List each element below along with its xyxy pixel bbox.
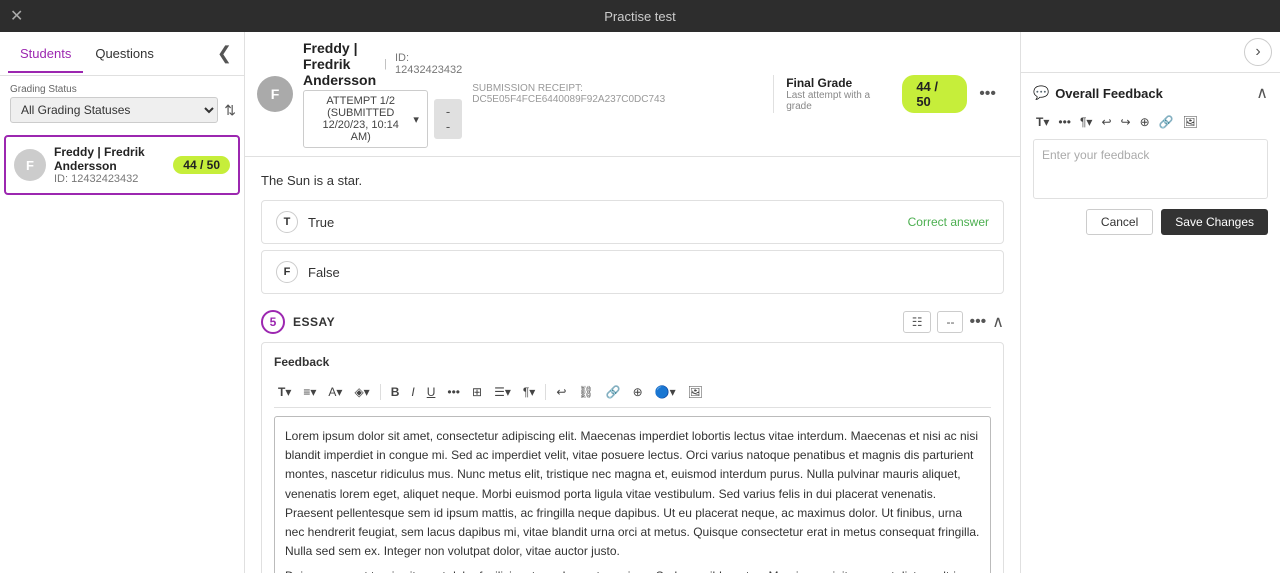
of-undo-btn[interactable]: ↩ <box>1098 113 1114 131</box>
content-area: F Freddy | Fredrik Andersson | ID: 12432… <box>245 32 1020 573</box>
fb-para-btn[interactable]: ¶▾ <box>519 383 539 401</box>
feedback-content[interactable]: Lorem ipsum dolor sit amet, consectetur … <box>274 416 991 573</box>
panel-toggle-button[interactable]: › <box>1244 38 1272 66</box>
essay-actions: ☷ -- ••• ∧ <box>903 311 1004 333</box>
top-bar: ✕ Practise test <box>0 0 1280 32</box>
fb-link1-btn[interactable]: ⛓ <box>574 383 597 401</box>
feedback-icon: 💬 <box>1033 85 1049 101</box>
avatar: F <box>14 149 46 181</box>
content-header: F Freddy | Fredrik Andersson | ID: 12432… <box>245 32 1020 157</box>
feedback-label: Feedback <box>274 355 991 369</box>
fb-link2-btn[interactable]: 🔗 <box>602 383 625 401</box>
fb-undo-btn[interactable]: ↩ <box>552 383 570 401</box>
student-grade: 44 / 50 <box>173 156 230 174</box>
final-grade-more-button[interactable]: ••• <box>979 85 996 103</box>
essay-type-label: ESSAY <box>293 315 335 329</box>
overall-feedback-save-button[interactable]: Save Changes <box>1161 209 1268 235</box>
fb-img-btn[interactable]: 🖼 <box>684 383 707 401</box>
final-grade-sublabel: Last attempt with a grade <box>786 90 890 112</box>
header-student-id: ID: 12432423432 <box>395 52 462 76</box>
overall-feedback-header: 💬 Overall Feedback ∧ <box>1033 83 1268 103</box>
fb-font-btn[interactable]: A▾ <box>324 383 346 401</box>
grading-status-select[interactable]: All Grading Statuses <box>10 97 218 123</box>
overall-feedback-cancel-button[interactable]: Cancel <box>1086 209 1153 235</box>
essay-section: 5 ESSAY ☷ -- ••• ∧ Feedback T▾ ≡▾ A▾ <box>261 310 1004 573</box>
student-item[interactable]: F Freddy | Fredrik Andersson ID: 1243242… <box>4 135 240 195</box>
question-number: 5 <box>261 310 285 334</box>
of-circle-btn[interactable]: ⊕ <box>1137 113 1153 131</box>
final-grade-area: Final Grade Last attempt with a grade 44… <box>773 75 1008 113</box>
true-option-letter: T <box>276 211 298 233</box>
attempt-button[interactable]: ATTEMPT 1/2 (SUBMITTED 12/20/23, 10:14 A… <box>303 90 428 148</box>
grading-status-label: Grading Status <box>0 76 244 97</box>
header-student-name: Freddy | Fredrik Andersson <box>303 40 376 88</box>
sidebar: Students Questions ❮ Grading Status All … <box>0 32 245 573</box>
fb-format-btn[interactable]: ≡▾ <box>299 383 320 401</box>
fb-insert-btn[interactable]: ⊕ <box>629 383 647 401</box>
overall-feedback-actions: Cancel Save Changes <box>1033 209 1268 235</box>
false-option-letter: F <box>276 261 298 283</box>
fb-italic-btn[interactable]: I <box>407 383 418 401</box>
right-panel: › 💬 Overall Feedback ∧ T▾ ••• ¶▾ ↩ ↪ ⊕ 🔗… <box>1020 32 1280 573</box>
false-option-label: False <box>308 265 340 280</box>
tab-students[interactable]: Students <box>8 36 83 73</box>
overall-feedback-title: Overall Feedback <box>1055 86 1163 101</box>
essay-icon-btn1[interactable]: ☷ <box>903 311 932 333</box>
fb-text-btn[interactable]: T▾ <box>274 383 295 401</box>
overall-feedback-placeholder[interactable]: Enter your feedback <box>1033 139 1268 199</box>
feedback-box: Feedback T▾ ≡▾ A▾ ◈▾ B I U ••• ⊞ ☰▾ ¶▾ <box>261 342 1004 573</box>
nav-button[interactable]: -- <box>434 99 462 139</box>
correct-answer-badge: Correct answer <box>908 215 989 229</box>
feedback-toolbar: T▾ ≡▾ A▾ ◈▾ B I U ••• ⊞ ☰▾ ¶▾ ↩ <box>274 377 991 408</box>
true-option-label: True <box>308 215 334 230</box>
fb-table-btn[interactable]: ⊞ <box>468 383 486 401</box>
header-avatar: F <box>257 76 293 112</box>
fb-more-btn[interactable]: ••• <box>443 383 464 401</box>
fb-style-btn[interactable]: ◈▾ <box>350 383 373 401</box>
chevron-down-icon: ▾ <box>413 113 419 126</box>
submission-receipt: SUBMISSION RECEIPT: DC5E05F4FCE6440089F9… <box>472 83 763 105</box>
right-panel-toggle: › <box>1021 32 1280 73</box>
student-id: ID: 12432423432 <box>54 173 165 185</box>
false-option: F False <box>261 250 1004 294</box>
overall-feedback-section: 💬 Overall Feedback ∧ T▾ ••• ¶▾ ↩ ↪ ⊕ 🔗 🖼… <box>1021 73 1280 245</box>
student-name: Freddy | Fredrik Andersson <box>54 145 165 173</box>
final-grade-badge: 44 / 50 <box>902 75 967 113</box>
student-list: F Freddy | Fredrik Andersson ID: 1243242… <box>0 131 244 573</box>
fb-bold-btn[interactable]: B <box>387 383 404 401</box>
fb-align-btn[interactable]: ☰▾ <box>490 383 515 401</box>
final-grade-label: Final Grade <box>786 76 890 90</box>
fb-underline-btn[interactable]: U <box>423 383 440 401</box>
feedback-paragraph-1: Lorem ipsum dolor sit amet, consectetur … <box>285 427 980 561</box>
of-more-btn[interactable]: ••• <box>1055 113 1074 131</box>
app-title: Practise test <box>604 9 676 24</box>
of-para-btn[interactable]: ¶▾ <box>1077 113 1095 131</box>
close-button[interactable]: ✕ <box>10 6 23 26</box>
of-toolbar: T▾ ••• ¶▾ ↩ ↪ ⊕ 🔗 🖼 <box>1033 113 1268 131</box>
true-option: T True Correct answer <box>261 200 1004 244</box>
of-text-btn[interactable]: T▾ <box>1033 113 1052 131</box>
sidebar-collapse-button[interactable]: ❮ <box>213 39 236 68</box>
fb-more2-btn[interactable]: 🔵▾ <box>651 383 680 401</box>
tab-questions[interactable]: Questions <box>83 36 166 73</box>
essay-more-btn[interactable]: ••• <box>969 313 986 331</box>
sort-button[interactable]: ⇅ <box>224 102 236 119</box>
essay-header: 5 ESSAY ☷ -- ••• ∧ <box>261 310 1004 334</box>
feedback-paragraph-2: Duis consequat turpis sit amet dolor fac… <box>285 567 980 573</box>
question-text: The Sun is a star. <box>261 173 1004 188</box>
essay-collapse-btn[interactable]: ∧ <box>992 312 1004 332</box>
of-img-btn[interactable]: 🖼 <box>1180 113 1201 131</box>
overall-feedback-collapse-button[interactable]: ∧ <box>1256 83 1268 103</box>
essay-score-btn[interactable]: -- <box>937 311 963 333</box>
of-redo-btn[interactable]: ↪ <box>1118 113 1134 131</box>
sidebar-tab-bar: Students Questions ❮ <box>0 32 244 76</box>
of-link-btn[interactable]: 🔗 <box>1156 113 1177 131</box>
content-scroll: The Sun is a star. T True Correct answer… <box>245 157 1020 573</box>
attempt-label: ATTEMPT 1/2 (SUBMITTED 12/20/23, 10:14 A… <box>312 95 409 143</box>
